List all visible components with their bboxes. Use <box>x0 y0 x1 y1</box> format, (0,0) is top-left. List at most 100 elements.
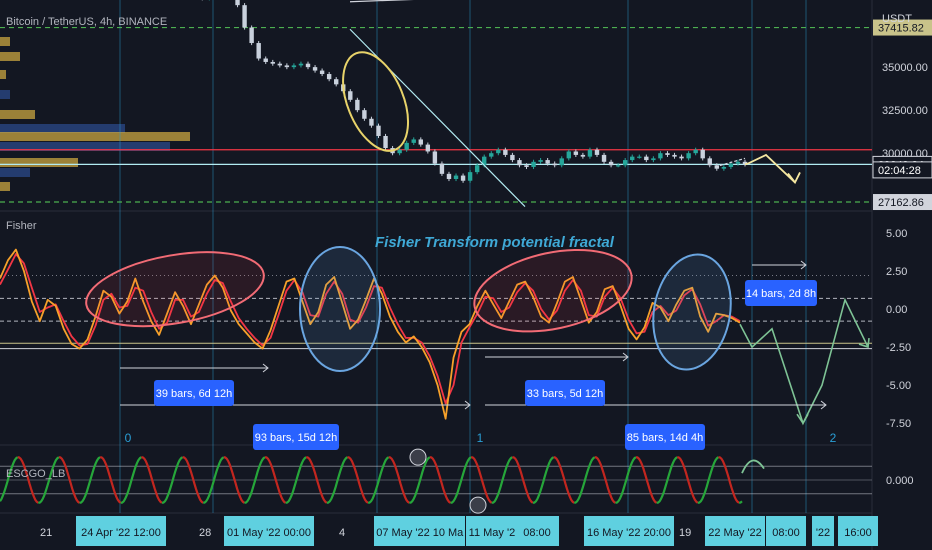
price-candle[interactable] <box>587 149 593 157</box>
price-candle[interactable] <box>679 156 684 159</box>
fisher-fractal-ellipse <box>299 245 381 372</box>
volume-profile-bar <box>0 70 6 79</box>
price-tick-label: 35000.00 <box>882 62 928 74</box>
symbol-title: Bitcoin / TetherUS, 4h, BINANCE <box>6 16 167 28</box>
measure-badge-label: 85 bars, 14d 4h <box>627 432 703 444</box>
price-candle[interactable] <box>580 154 586 157</box>
price-candle[interactable] <box>700 149 705 159</box>
price-candle[interactable] <box>615 165 621 167</box>
price-candle[interactable] <box>630 156 635 161</box>
fisher-pane-title: Fisher <box>6 220 37 232</box>
price-candle[interactable] <box>721 166 727 169</box>
price-candle[interactable] <box>552 163 557 166</box>
price-candle[interactable] <box>355 99 360 111</box>
price-candle[interactable] <box>545 160 550 164</box>
price-candle[interactable] <box>665 153 670 155</box>
price-candle[interactable] <box>249 27 254 44</box>
chart-canvas[interactable]: 39 bars, 6d 12h 93 bars, 15d 12h 33 bars, … <box>0 0 932 550</box>
price-candle[interactable] <box>235 0 240 6</box>
price-candle[interactable] <box>383 135 388 149</box>
cycle-number-label: 0 <box>125 431 132 445</box>
price-candle[interactable] <box>707 158 712 166</box>
fisher-tick-label: -5.00 <box>886 380 911 392</box>
time-axis-label: 21 <box>40 527 52 539</box>
measure-badge-label: 14 bars, 2d 8h <box>746 288 816 300</box>
price-candle[interactable] <box>637 156 642 158</box>
price-candle[interactable] <box>305 63 311 68</box>
price-candle[interactable] <box>510 154 515 161</box>
time-axis-label: 22 May '22 <box>708 527 761 539</box>
price-candle[interactable] <box>263 58 268 62</box>
time-axis-label: 16:00 <box>844 527 872 539</box>
volume-profile-bar <box>0 158 78 167</box>
price-candle[interactable] <box>432 151 438 164</box>
price-candle[interactable] <box>566 151 571 159</box>
price-candle[interactable] <box>496 149 501 154</box>
price-candle[interactable] <box>474 165 480 173</box>
price-candle[interactable] <box>277 63 283 66</box>
price-candle[interactable] <box>411 139 416 143</box>
volume-profile-bar <box>0 37 10 46</box>
volume-profile-bar <box>0 110 35 119</box>
price-candle[interactable] <box>503 149 508 155</box>
price-candle[interactable] <box>693 149 698 154</box>
price-candle[interactable] <box>242 5 247 28</box>
price-candle[interactable] <box>517 160 522 166</box>
price-candle[interactable] <box>622 160 628 166</box>
price-candle[interactable] <box>425 144 431 152</box>
price-candle[interactable] <box>594 149 600 155</box>
time-axis-label: 01 May '22 00:00 <box>227 527 311 539</box>
volume-profile-bar <box>0 132 190 141</box>
price-candle[interactable] <box>658 153 663 159</box>
price-candle[interactable] <box>404 142 409 150</box>
volume-profile-bar <box>0 182 10 191</box>
time-axis-label: 07 May '22 <box>376 527 429 539</box>
price-candle[interactable] <box>531 161 536 167</box>
price-candle[interactable] <box>334 79 339 85</box>
price-candle[interactable] <box>686 153 691 159</box>
time-axis-label: 19 <box>679 527 691 539</box>
price-candle[interactable] <box>298 63 304 66</box>
volume-profile-bar <box>0 52 20 61</box>
price-candle[interactable] <box>319 70 325 75</box>
price-candle[interactable] <box>573 151 579 155</box>
price-candle[interactable] <box>369 118 374 126</box>
price-candle[interactable] <box>291 65 297 68</box>
price-candle[interactable] <box>270 61 275 64</box>
price-candle[interactable] <box>348 91 353 100</box>
price-candle[interactable] <box>559 158 564 166</box>
time-axis-label: 10 Ma <box>433 527 464 539</box>
price-candle[interactable] <box>418 139 423 145</box>
price-candle[interactable] <box>524 165 529 167</box>
price-candle[interactable] <box>397 149 402 154</box>
price-candle[interactable] <box>362 110 367 119</box>
price-candle[interactable] <box>651 158 656 161</box>
time-axis-label: 24 Apr '22 12:00 <box>81 527 161 539</box>
price-candle[interactable] <box>489 153 494 157</box>
oscillator-pane-title: ESCGO_LB <box>6 468 65 480</box>
price-candle[interactable] <box>312 67 318 71</box>
price-candle[interactable] <box>735 161 741 164</box>
fisher-tick-label: -2.50 <box>886 342 911 354</box>
price-candle[interactable] <box>256 43 261 59</box>
price-candle[interactable] <box>326 74 332 80</box>
price-candle[interactable] <box>672 154 677 157</box>
price-candle[interactable] <box>608 161 614 166</box>
time-axis-label: 08:00 <box>523 527 551 539</box>
price-candle[interactable] <box>453 175 459 180</box>
time-axis-label: 11 May '22 <box>469 527 522 539</box>
price-candle[interactable] <box>376 125 381 136</box>
price-tick-label: 32500.00 <box>882 105 928 117</box>
price-candle[interactable] <box>460 175 466 181</box>
cycle-number-label: 2 <box>830 431 837 445</box>
price-candle[interactable] <box>538 160 543 162</box>
price-candle[interactable] <box>284 65 290 68</box>
price-candle[interactable] <box>644 156 649 161</box>
price-candle[interactable] <box>467 172 473 181</box>
time-axis[interactable]: 21 24 Apr '22 12:00 28 01 May '22 00:00 4 07 … <box>40 516 878 546</box>
price-candle[interactable] <box>446 173 452 180</box>
price-candle[interactable] <box>439 163 445 174</box>
price-candle[interactable] <box>728 163 734 167</box>
measure-badge-label: 39 bars, 6d 12h <box>156 388 232 400</box>
price-candle[interactable] <box>601 154 607 162</box>
